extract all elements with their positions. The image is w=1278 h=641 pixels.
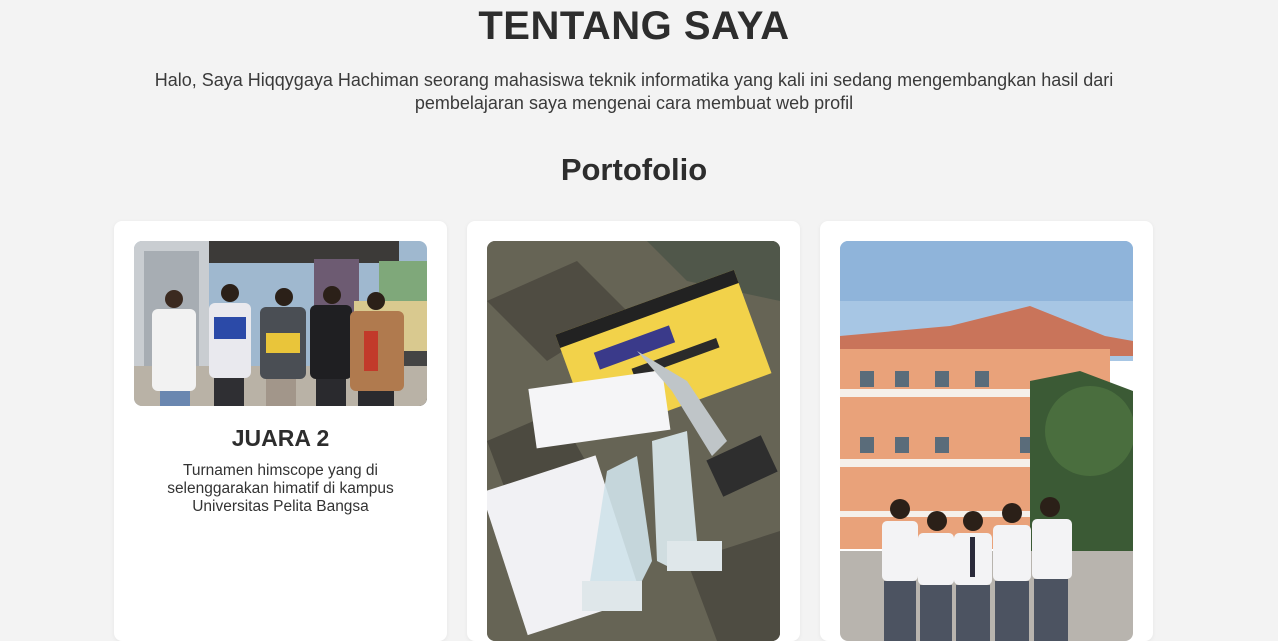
portfolio-card: JUARA 2 Turnamen himscope yang di seleng… xyxy=(114,221,447,641)
portfolio-title: Portofolio xyxy=(560,152,708,187)
portfolio-card-description: Turnamen himscope yang di selenggarakan … xyxy=(167,462,394,515)
portfolio-image xyxy=(487,241,780,641)
portfolio-image xyxy=(840,241,1133,641)
about-title: TENTANG SAYA xyxy=(478,4,790,48)
portfolio-card xyxy=(820,221,1153,641)
about-description: Halo, Saya Hiqqygaya Hachiman seorang ma… xyxy=(154,70,1114,113)
portfolio-card xyxy=(467,221,800,641)
portfolio-card-title: JUARA 2 xyxy=(231,425,330,451)
portfolio-image xyxy=(134,241,427,406)
